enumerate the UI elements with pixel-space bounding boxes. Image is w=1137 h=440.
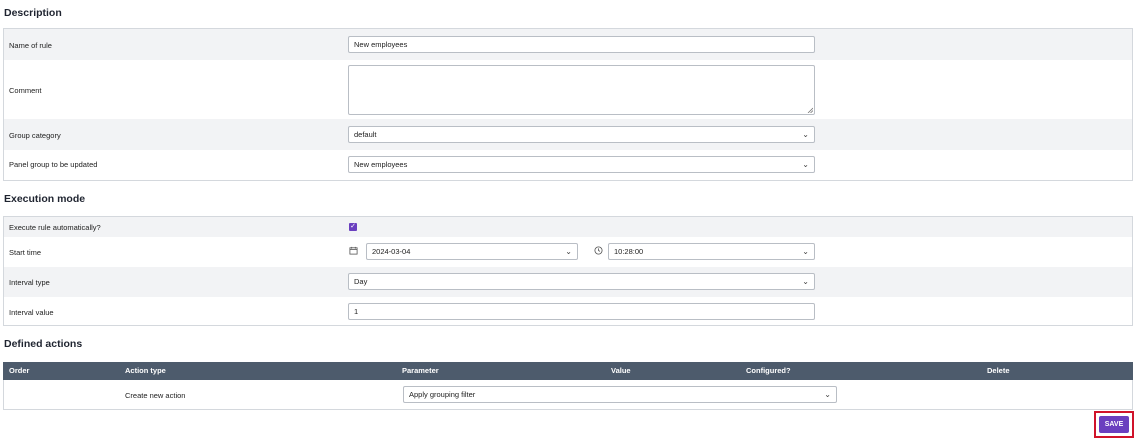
column-header-action-type: Action type [125,366,166,375]
start-time-select[interactable]: 10:28:00 ⌄ [608,243,815,260]
name-of-rule-label: Name of rule [9,41,52,50]
chevron-down-icon: ⌄ [565,247,572,256]
chevron-down-icon: ⌄ [802,160,809,169]
start-date-select[interactable]: 2024-03-04 ⌄ [366,243,578,260]
interval-type-value: Day [354,277,368,286]
check-icon: ✓ [350,223,356,230]
save-highlight-frame: SAVE [1094,411,1134,438]
interval-value-label: Interval value [9,308,54,317]
column-header-order: Order [9,366,30,375]
panel-group-value: New employees [354,160,408,169]
action-type-value: Apply grouping filter [409,390,476,399]
comment-textarea[interactable] [348,65,815,115]
execute-auto-checkbox[interactable]: ✓ [349,223,357,231]
column-header-delete: Delete [987,366,1010,375]
execution-panel: Execute rule automatically? ✓ Start time… [3,216,1133,326]
row-execute-auto: Execute rule automatically? ✓ [4,217,1132,237]
resize-grip-icon[interactable] [807,107,813,113]
section-title-execution-mode: Execution mode [4,193,86,205]
chevron-down-icon: ⌄ [824,390,831,399]
comment-label: Comment [9,86,42,95]
actions-table-row: Create new action Apply grouping filter … [3,380,1133,410]
row-interval-type: Interval type Day ⌄ [4,267,1132,297]
clock-icon [594,246,603,255]
save-button[interactable]: SAVE [1099,416,1129,433]
chevron-down-icon: ⌄ [802,277,809,286]
group-category-value: default [354,130,377,139]
chevron-down-icon: ⌄ [802,247,809,256]
row-group-category: Group category default ⌄ [4,119,1132,150]
interval-type-label: Interval type [9,278,50,287]
action-type-select[interactable]: Apply grouping filter ⌄ [403,386,837,403]
create-new-action-label: Create new action [125,391,186,400]
group-category-label: Group category [9,131,61,140]
group-category-select[interactable]: default ⌄ [348,126,815,143]
row-interval-value: Interval value 1 [4,297,1132,326]
chevron-down-icon: ⌄ [802,130,809,139]
name-of-rule-input[interactable]: New employees [348,36,815,53]
interval-value-input[interactable]: 1 [348,303,815,320]
interval-type-select[interactable]: Day ⌄ [348,273,815,290]
panel-group-select[interactable]: New employees ⌄ [348,156,815,173]
calendar-icon [349,246,358,255]
row-name-of-rule: Name of rule New employees [4,29,1132,60]
start-time-label: Start time [9,248,42,257]
execute-auto-label: Execute rule automatically? [9,223,101,232]
start-date-value: 2024-03-04 [372,247,411,256]
panel-group-label: Panel group to be updated [9,160,98,169]
actions-table-header: Order Action type Parameter Value Config… [3,362,1133,380]
row-panel-group: Panel group to be updated New employees … [4,150,1132,181]
column-header-parameter: Parameter [402,366,439,375]
start-time-value: 10:28:00 [614,247,644,256]
column-header-value: Value [611,366,631,375]
section-title-defined-actions: Defined actions [4,338,83,350]
description-panel: Name of rule New employees Comment Group… [3,28,1133,181]
column-header-configured: Configured? [746,366,791,375]
row-start-time: Start time 2024-03-04 ⌄ 10:28:00 ⌄ [4,237,1132,267]
section-title-description: Description [4,7,62,19]
row-comment: Comment [4,60,1132,119]
